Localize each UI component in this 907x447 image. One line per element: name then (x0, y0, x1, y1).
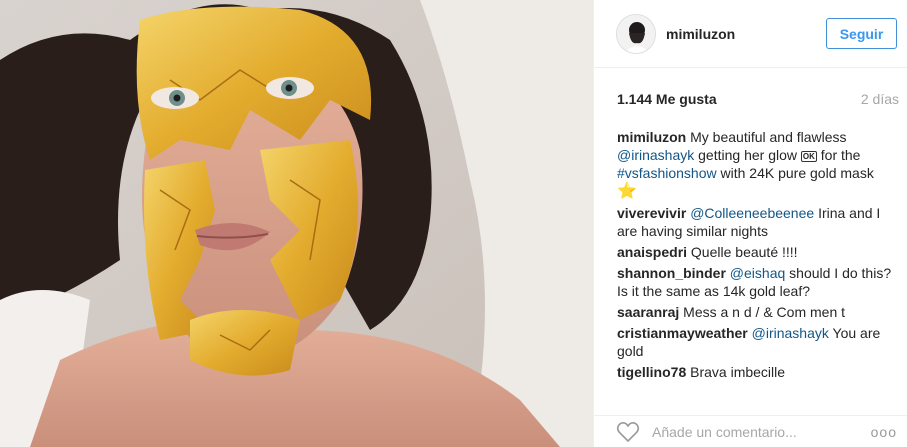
add-comment-input[interactable] (652, 423, 871, 440)
comment-author[interactable]: saaranraj (617, 304, 679, 320)
mention-link[interactable]: @irinashayk (617, 147, 694, 163)
list-item: saaranraj Mess a n d / & Com men t (617, 303, 895, 321)
post-time[interactable]: 2 días (861, 91, 899, 107)
follow-button[interactable]: Seguir (826, 18, 897, 49)
mention-link[interactable]: @eishaq (730, 265, 785, 281)
star-emoji-icon: ⭐ (617, 183, 637, 200)
post-sidebar: mimiluzon Seguir 1.144 Me gusta 2 días m… (593, 0, 907, 447)
list-item: shannon_binder @eishaq should I do this?… (617, 264, 895, 300)
comment-author[interactable]: viverevivir (617, 205, 686, 221)
instagram-post: mimiluzon Seguir 1.144 Me gusta 2 días m… (0, 0, 907, 447)
caption-text: for the (820, 147, 861, 163)
comment-bar: ooo (594, 415, 907, 447)
heart-icon[interactable] (616, 421, 640, 443)
comment-author[interactable]: cristianmayweather (617, 325, 748, 341)
comment-author[interactable]: shannon_binder (617, 265, 726, 281)
username-link[interactable]: mimiluzon (666, 26, 826, 42)
post-meta: 1.144 Me gusta 2 días (594, 68, 907, 130)
likes-count[interactable]: 1.144 Me gusta (617, 91, 717, 107)
avatar[interactable] (616, 13, 656, 54)
caption-text: getting her glow (698, 147, 797, 163)
comment-author[interactable]: anaispedri (617, 244, 687, 260)
caption-author[interactable]: mimiluzon (617, 129, 686, 145)
caption-text: My beautiful and flawless (690, 129, 847, 145)
post-header: mimiluzon Seguir (594, 0, 907, 68)
list-item: cristianmayweather @irinashayk You are g… (617, 324, 895, 360)
comment-author[interactable]: tigellino78 (617, 364, 686, 380)
comment-text: Brava imbecille (690, 364, 786, 380)
list-item: tigellino78 Brava imbecille (617, 363, 895, 381)
comment-text: Quelle beauté !!!! (690, 244, 798, 260)
list-item: viverevivir @Colleeneebeenee Irina and I… (617, 204, 895, 240)
comment-text: Mess a n d / & Com men t (683, 304, 846, 320)
gold-mask-selfie-image (0, 0, 593, 447)
caption: mimiluzon My beautiful and flawless @iri… (617, 128, 895, 201)
caption-text: with 24K pure gold mask (720, 165, 874, 181)
hashtag-link[interactable]: #vsfashionshow (617, 165, 717, 181)
mention-link[interactable]: @irinashayk (752, 325, 829, 341)
more-options-icon[interactable]: ooo (871, 424, 897, 440)
ok-emoji-icon: OK (800, 150, 817, 162)
post-photo[interactable] (0, 0, 593, 447)
list-item: anaispedri Quelle beauté !!!! (617, 243, 895, 261)
mention-link[interactable]: @Colleeneebeenee (690, 205, 814, 221)
comments-list[interactable]: mimiluzon My beautiful and flawless @iri… (617, 128, 895, 398)
avatar-image (617, 14, 655, 53)
